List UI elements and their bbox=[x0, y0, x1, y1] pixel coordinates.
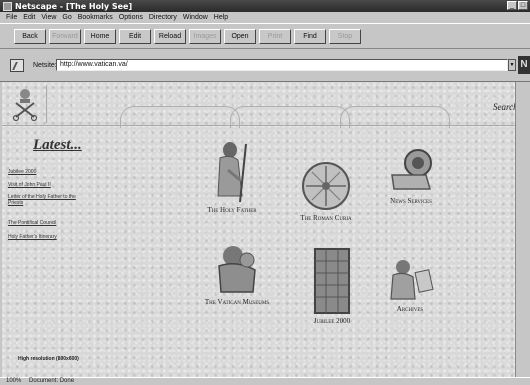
menu-window[interactable]: Window bbox=[183, 14, 208, 21]
menu-edit[interactable]: Edit bbox=[23, 14, 35, 21]
header-tab-shape bbox=[230, 106, 350, 128]
side-link-council[interactable]: The Pontifical Council bbox=[8, 220, 108, 226]
menu-go[interactable]: Go bbox=[62, 14, 71, 21]
window-title: Netscape - [The Holy See] bbox=[15, 1, 133, 11]
news-services-label: News Services bbox=[390, 197, 432, 205]
menu-help[interactable]: Help bbox=[214, 14, 228, 21]
menu-file[interactable]: File bbox=[6, 14, 17, 21]
menu-view[interactable]: View bbox=[41, 14, 56, 21]
location-bar: Netsite: http://www.vatican.va/ ▼ N bbox=[0, 50, 530, 82]
pope-figure-icon bbox=[217, 142, 247, 203]
location-label: Netsite: bbox=[33, 62, 57, 69]
latest-heading-link[interactable]: Latest... bbox=[33, 137, 82, 154]
images-button[interactable]: Images bbox=[189, 28, 221, 44]
roman-curia-link[interactable]: The Roman Curia bbox=[286, 160, 366, 222]
vatican-museums-label: The Vatican Museums bbox=[204, 298, 270, 306]
vatican-museums-link[interactable]: The Vatican Museums bbox=[182, 242, 292, 306]
menu-bookmarks[interactable]: Bookmarks bbox=[78, 14, 113, 21]
holy-father-label: The Holy Father bbox=[207, 206, 257, 214]
jubilee-2000-label: Jubilee 2000 bbox=[313, 317, 351, 325]
title-bar[interactable]: Netscape - [The Holy See] _ □ bbox=[0, 0, 530, 12]
scribe-icon bbox=[390, 260, 434, 300]
home-button[interactable]: Home bbox=[84, 28, 116, 44]
menu-options[interactable]: Options bbox=[119, 14, 143, 21]
roman-curia-label: The Roman Curia bbox=[300, 214, 352, 222]
header-tab-shape bbox=[120, 106, 240, 128]
compass-rose-icon bbox=[302, 162, 350, 210]
vertical-scrollbar[interactable] bbox=[515, 82, 530, 377]
page-header-band: Search bbox=[2, 82, 515, 128]
holy-door-icon bbox=[314, 248, 350, 314]
open-button[interactable]: Open bbox=[224, 28, 256, 44]
search-link[interactable]: Search bbox=[493, 102, 515, 112]
back-button[interactable]: Back bbox=[14, 28, 46, 44]
status-progress: 100% bbox=[6, 378, 22, 384]
navigation-toolbar: Back Forward Home Edit Reload Images Ope… bbox=[0, 23, 530, 49]
window-controls: _ □ bbox=[507, 1, 528, 10]
netscape-throbber-icon[interactable]: N bbox=[518, 56, 530, 74]
url-dropdown-arrow-icon[interactable]: ▼ bbox=[508, 59, 516, 71]
reload-button[interactable]: Reload bbox=[154, 28, 186, 44]
side-link-letter[interactable]: Letter of the Holy Father to the Priests bbox=[8, 194, 78, 206]
status-bar: 100% Document: Done bbox=[0, 377, 530, 385]
minimize-button[interactable]: _ bbox=[507, 1, 517, 10]
maximize-button[interactable]: □ bbox=[518, 1, 528, 10]
archives-label: Archives bbox=[396, 305, 424, 313]
high-resolution-note[interactable]: High resolution (800x600) bbox=[18, 356, 79, 362]
header-tab-shape bbox=[340, 106, 450, 128]
side-link-jubilee[interactable]: Jubilee 2000 bbox=[8, 169, 108, 175]
jubilee-2000-link[interactable]: Jubilee 2000 bbox=[297, 247, 367, 325]
url-input[interactable]: http://www.vatican.va/ bbox=[56, 59, 508, 71]
menu-directory[interactable]: Directory bbox=[149, 14, 177, 21]
menu-bar: File Edit View Go Bookmarks Options Dire… bbox=[0, 12, 530, 22]
side-link-itinerary[interactable]: Holy Father's Itinerary bbox=[8, 234, 108, 240]
status-text: Document: Done bbox=[29, 378, 75, 384]
forward-button[interactable]: Forward bbox=[49, 28, 81, 44]
side-link-visit[interactable]: Visit of John Paul II bbox=[8, 182, 108, 188]
edit-button[interactable]: Edit bbox=[119, 28, 151, 44]
holy-father-link[interactable]: The Holy Father bbox=[197, 140, 267, 214]
stop-button[interactable]: Stop bbox=[329, 28, 361, 44]
radio-icon bbox=[391, 149, 432, 190]
statue-bust-icon bbox=[218, 246, 256, 293]
news-services-link[interactable]: News Services bbox=[376, 145, 446, 205]
print-button[interactable]: Print bbox=[259, 28, 291, 44]
page-content: Search Latest... Jubilee 2000 Visit of J… bbox=[2, 82, 515, 377]
find-button[interactable]: Find bbox=[294, 28, 326, 44]
header-divider bbox=[46, 85, 47, 123]
papal-keys-seal-icon bbox=[12, 89, 38, 121]
bookmark-icon[interactable] bbox=[10, 59, 24, 72]
app-icon[interactable] bbox=[3, 1, 12, 11]
archives-link[interactable]: Archives bbox=[380, 257, 440, 313]
